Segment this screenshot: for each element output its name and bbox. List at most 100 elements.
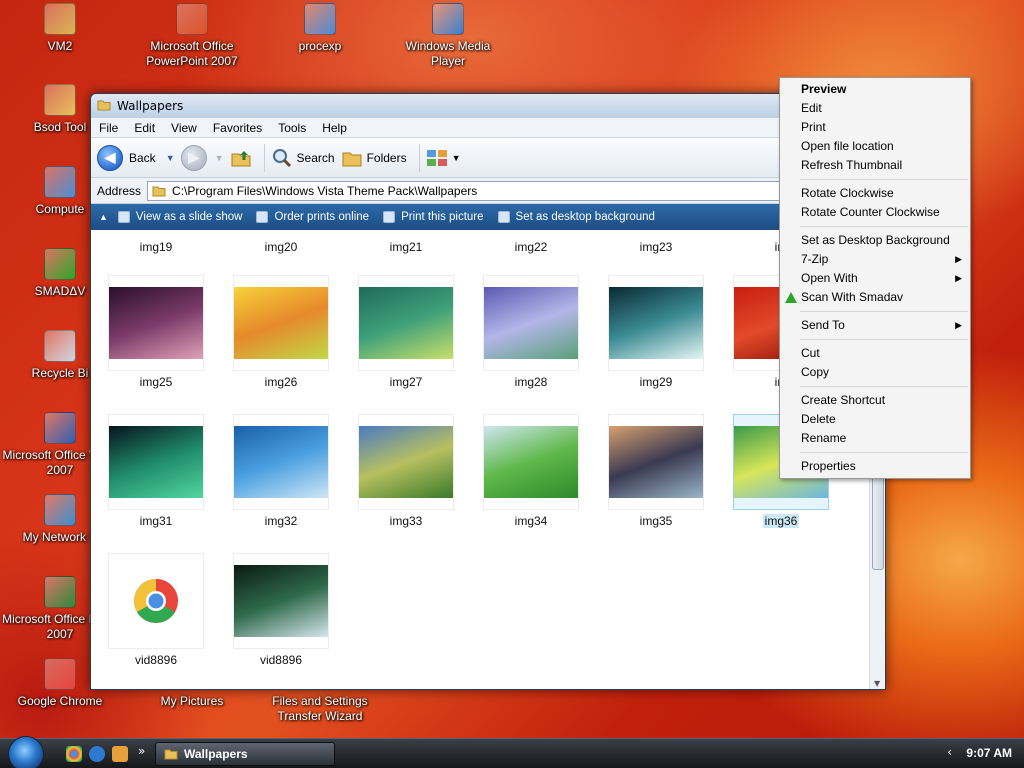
- file-item[interactable]: img32: [226, 414, 336, 528]
- context-menu-label: Delete: [801, 412, 836, 426]
- desktop-icon[interactable]: Windows Media Player: [388, 3, 508, 69]
- task-link[interactable]: Print this picture: [383, 211, 484, 223]
- file-name: img25: [139, 375, 173, 389]
- scroll-down-arrow-icon[interactable]: ▼: [874, 679, 880, 688]
- back-arrow-icon: ◀: [97, 144, 123, 171]
- context-menu-item[interactable]: Rename: [780, 429, 970, 448]
- context-menu-label: Edit: [801, 101, 822, 115]
- file-item[interactable]: img29: [601, 275, 711, 389]
- context-menu-item[interactable]: Rotate Counter Clockwise: [780, 203, 970, 222]
- file-item[interactable]: img27: [351, 275, 461, 389]
- computer-icon: [44, 166, 76, 198]
- file-item[interactable]: img25: [101, 275, 211, 389]
- file-item[interactable]: img22: [476, 236, 586, 254]
- show-hidden-icons-arrow[interactable]: ‹: [947, 745, 952, 759]
- up-folder-icon: [231, 150, 251, 166]
- word-icon: [44, 412, 76, 444]
- file-item[interactable]: img20: [226, 236, 336, 254]
- file-item[interactable]: img19: [101, 236, 211, 254]
- menu-edit[interactable]: Edit: [126, 121, 163, 135]
- folders-button[interactable]: Folders: [341, 143, 407, 173]
- file-item[interactable]: img28: [476, 275, 586, 389]
- desktop-icon-label: Files and Settings Transfer Wizard: [272, 694, 368, 723]
- file-item[interactable]: img23: [601, 236, 711, 254]
- search-button[interactable]: Search: [271, 143, 335, 173]
- address-input[interactable]: C:\Program Files\Windows Vista Theme Pac…: [147, 180, 885, 201]
- task-link[interactable]: Set as desktop background: [497, 211, 655, 223]
- file-item[interactable]: img35: [601, 414, 711, 528]
- desktop-icon-label: My Pictures: [160, 694, 224, 708]
- context-menu-item[interactable]: Set as Desktop Background: [780, 231, 970, 250]
- context-menu-item[interactable]: 7-Zip ▶: [780, 250, 970, 269]
- desktop-icon[interactable]: procexp: [260, 3, 380, 54]
- menu-file[interactable]: File: [91, 121, 126, 135]
- context-menu-item[interactable]: Copy: [780, 363, 970, 382]
- start-button[interactable]: [8, 736, 44, 768]
- clock[interactable]: 9:07 AM: [966, 746, 1012, 760]
- context-menu-item[interactable]: Edit: [780, 99, 970, 118]
- collapse-tasks-icon[interactable]: ▲: [99, 212, 108, 222]
- submenu-arrow-icon: ▶: [955, 320, 962, 330]
- file-item[interactable]: vid8896: [101, 553, 211, 667]
- file-item[interactable]: img26: [226, 275, 336, 389]
- menu-help[interactable]: Help: [314, 121, 355, 135]
- search-icon: [272, 148, 291, 167]
- recycle-bin-icon: [44, 330, 76, 362]
- forward-button[interactable]: ▶ ▼: [180, 143, 224, 173]
- file-item[interactable]: img21: [351, 236, 461, 254]
- folders-label: Folders: [366, 150, 407, 165]
- context-menu-item[interactable]: Rotate Clockwise: [780, 184, 970, 203]
- back-history-dropdown-icon[interactable]: ▼: [166, 153, 175, 163]
- context-menu-item[interactable]: Send To ▶: [780, 316, 970, 335]
- context-menu-label: Send To: [801, 318, 845, 332]
- context-menu-item[interactable]: Properties: [780, 457, 970, 476]
- context-menu-item[interactable]: Print: [780, 118, 970, 137]
- context-menu-item[interactable]: Scan With Smadav: [780, 288, 970, 307]
- context-menu-item[interactable]: Refresh Thumbnail: [780, 156, 970, 175]
- chrome-icon: [108, 553, 204, 649]
- forward-history-dropdown-icon[interactable]: ▼: [215, 153, 224, 163]
- context-menu-label: Print: [801, 120, 826, 134]
- task-link[interactable]: View as a slide show: [117, 211, 242, 223]
- folder-icon: [97, 98, 111, 115]
- views-button[interactable]: ▼: [426, 143, 461, 173]
- task-link[interactable]: Order prints online: [256, 211, 369, 223]
- context-menu-item[interactable]: Open With ▶: [780, 269, 970, 288]
- back-button[interactable]: ◀ Back ▼: [97, 143, 175, 173]
- context-menu-item[interactable]: Cut: [780, 344, 970, 363]
- context-menu-label: Rotate Counter Clockwise: [801, 205, 940, 219]
- media-quicklaunch-icon[interactable]: [112, 746, 128, 762]
- chrome-quicklaunch-icon[interactable]: [66, 746, 82, 762]
- back-label: Back: [129, 150, 156, 165]
- file-item[interactable]: vid8896: [226, 553, 336, 667]
- file-thumbnail: [358, 414, 454, 510]
- desktop-icon-label: VM2: [47, 39, 73, 53]
- file-item[interactable]: img34: [476, 414, 586, 528]
- file-name: img26: [264, 375, 298, 389]
- file-name: vid8896: [259, 653, 303, 667]
- context-menu-item[interactable]: Delete: [780, 410, 970, 429]
- menu-tools[interactable]: Tools: [270, 121, 314, 135]
- taskbar-button-label: Wallpapers: [184, 747, 248, 761]
- context-menu-item[interactable]: Create Shortcut: [780, 391, 970, 410]
- folder-icon: [164, 749, 178, 760]
- file-item[interactable]: img31: [101, 414, 211, 528]
- file-thumbnail: [233, 414, 329, 510]
- up-folder-button[interactable]: [230, 143, 252, 173]
- title-bar[interactable]: Wallpapers: [91, 94, 885, 118]
- quicklaunch-overflow-icon[interactable]: »: [138, 744, 145, 758]
- desktop-icon[interactable]: Microsoft Office PowerPoint 2007: [132, 3, 252, 69]
- file-thumbnail: [108, 275, 204, 371]
- menu-favorites[interactable]: Favorites: [205, 121, 270, 135]
- file-item[interactable]: img33: [351, 414, 461, 528]
- context-menu-item[interactable]: Preview: [780, 80, 970, 99]
- menu-view[interactable]: View: [163, 121, 205, 135]
- chrome-icon: [44, 658, 76, 690]
- internet-explorer-quicklaunch-icon[interactable]: [89, 746, 105, 762]
- folder-archive-icon: [44, 3, 76, 35]
- taskbar-button-wallpapers[interactable]: Wallpapers: [155, 742, 335, 766]
- media-player-icon: [432, 3, 464, 35]
- views-dropdown-icon: ▼: [451, 152, 461, 163]
- context-menu-item[interactable]: Open file location: [780, 137, 970, 156]
- desktop-icon[interactable]: VM2: [0, 3, 120, 54]
